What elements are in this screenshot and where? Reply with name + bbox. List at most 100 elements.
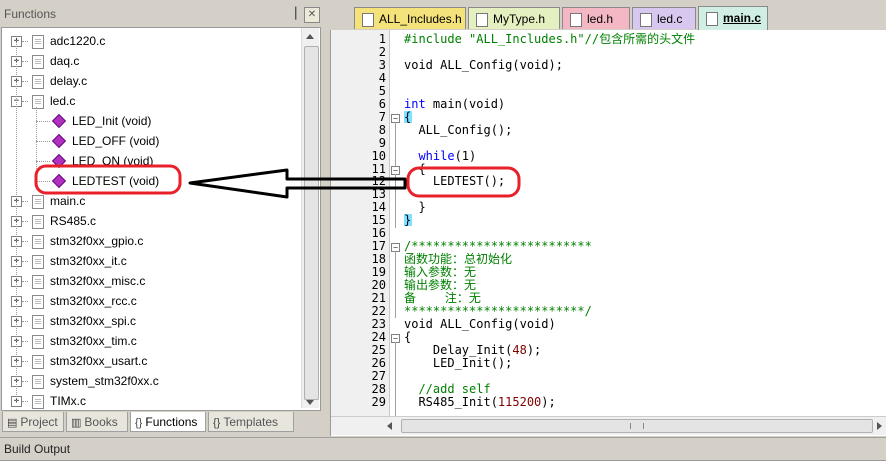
panel-tab-functions[interactable]: {} Functions — [130, 412, 206, 432]
tree-scroll-thumb[interactable] — [304, 46, 319, 400]
tree-file-item[interactable]: + stm32f0xx_spi.c — [2, 311, 298, 331]
editor-tab[interactable]: main.c — [698, 6, 768, 30]
fold-guide — [395, 251, 396, 319]
code-line[interactable]: LEDTEST(); — [404, 175, 505, 188]
code-token: LEDTEST(); — [404, 174, 506, 189]
code-token: ); — [526, 342, 542, 357]
scroll-left-arrow-icon[interactable] — [387, 422, 392, 430]
line-number: 29 — [371, 394, 386, 409]
code-line[interactable]: LED_Init(); — [404, 355, 513, 370]
editor-scroll-thumb[interactable] — [401, 419, 873, 433]
function-diamond-icon — [51, 133, 67, 149]
c-file-icon — [32, 295, 44, 309]
panel-tab-project[interactable]: ▤ Project — [2, 412, 64, 432]
code-line[interactable]: #include "ALL_Includes.h"//包含所需的头文件 — [404, 33, 695, 46]
tree-file-item[interactable]: + main.c — [2, 191, 298, 211]
c-file-icon — [32, 215, 44, 229]
tree-item-label: daq.c — [50, 54, 80, 68]
scroll-down-arrow-icon[interactable] — [306, 400, 314, 405]
editor-horizontal-scrollbar[interactable] — [331, 416, 886, 435]
tree-file-item[interactable]: + stm32f0xx_rcc.c — [2, 291, 298, 311]
c-file-icon — [32, 35, 44, 49]
scroll-right-arrow-icon[interactable] — [877, 422, 882, 430]
tree-function-item[interactable]: LEDTEST (void) — [2, 171, 298, 191]
build-output-text[interactable] — [0, 460, 886, 468]
tree-function-item[interactable]: LED_OFF (void) — [2, 131, 298, 151]
functions-tree: + adc1220.c + daq.c + delay.c − led.c LED_Init (… — [1, 27, 321, 411]
tree-connector — [22, 361, 28, 362]
scroll-up-arrow-icon[interactable] — [306, 34, 314, 39]
panel-tab-templates[interactable]: {} Templates — [208, 412, 294, 432]
editor-tab-label: led.c — [657, 12, 683, 26]
tree-connector — [22, 381, 28, 382]
tree-item-label: system_stm32f0xx.c — [50, 374, 159, 388]
tree-file-item[interactable]: + stm32f0xx_it.c — [2, 251, 298, 271]
c-file-icon — [32, 75, 44, 89]
code-editor[interactable]: 1 2 3 4 5 6 7 8 9 10 11 12 13 14 15 16 17 18 19 20 21 22 23 24 2… — [330, 30, 886, 436]
panel-title: Functions — [4, 7, 57, 21]
tree-connector — [22, 41, 28, 42]
code-token: RS485_Init( — [404, 394, 498, 409]
tree-item-label: stm32f0xx_tim.c — [50, 334, 137, 348]
tree-file-item[interactable]: + adc1220.c — [2, 31, 298, 51]
editor-tab[interactable]: ALL_Includes.h — [354, 7, 466, 29]
tree-connector — [22, 401, 28, 402]
gutter-separator — [389, 30, 390, 416]
fold-guide — [395, 173, 396, 215]
code-token: { — [404, 329, 412, 344]
code-token: { — [404, 161, 426, 176]
tree-file-item[interactable]: + stm32f0xx_misc.c — [2, 271, 298, 291]
tree-item-label: LED_ON (void) — [72, 154, 154, 168]
tree-file-item[interactable]: + stm32f0xx_usart.c — [2, 351, 298, 371]
c-file-icon — [32, 315, 44, 329]
tree-file-item[interactable]: + stm32f0xx_tim.c — [2, 331, 298, 351]
tree-file-item[interactable]: + TIMx.c — [2, 391, 298, 410]
tree-connector — [22, 201, 28, 202]
line-number: 6 — [378, 96, 386, 111]
tree-file-item[interactable]: + stm32f0xx_gpio.c — [2, 231, 298, 251]
code-line[interactable]: RS485_Init(115200); — [404, 394, 555, 409]
code-token: main(void) — [425, 96, 506, 111]
panel-tab-icon: {} — [135, 417, 143, 429]
tree-function-item[interactable]: LED_Init (void) — [2, 111, 298, 131]
code-token: } — [404, 213, 412, 228]
build-output-panel: Build Output — [0, 437, 886, 468]
code-token: LED_Init(); — [404, 355, 513, 370]
code-token: 输出参数：无 — [404, 278, 477, 293]
code-line[interactable]: } — [404, 214, 411, 227]
tree-item-label: main.c — [50, 194, 86, 208]
tree-connector — [36, 121, 50, 122]
c-file-icon — [32, 95, 44, 109]
tree-item-label: led.c — [50, 94, 76, 108]
tree-connector — [36, 107, 37, 181]
tree-file-item[interactable]: + RS485.c — [2, 211, 298, 231]
code-token: 48 — [512, 342, 527, 357]
pin-icon[interactable]: ▕ — [286, 8, 298, 20]
tree-connector — [36, 161, 50, 162]
panel-tab-books[interactable]: ▥ Books — [66, 412, 128, 432]
tree-vertical-scrollbar[interactable] — [301, 28, 319, 408]
tree-file-item[interactable]: + delay.c — [2, 71, 298, 91]
c-file-icon — [32, 255, 44, 269]
line-number: 26 — [371, 355, 386, 370]
code-line[interactable]: int main(void) — [404, 96, 506, 111]
editor-tab[interactable]: led.c — [632, 7, 696, 29]
tree-file-item[interactable]: − led.c — [2, 91, 298, 111]
c-file-icon — [32, 375, 44, 389]
tree-function-item[interactable]: LED_ON (void) — [2, 151, 298, 171]
code-line[interactable]: void ALL_Config(void) — [404, 317, 556, 331]
code-token: 备 注：无 — [404, 291, 481, 305]
editor-tab[interactable]: MyType.h — [468, 7, 560, 29]
code-line[interactable]: void ALL_Config(void); — [404, 58, 563, 72]
close-icon[interactable]: ✕ — [304, 7, 320, 23]
code-token: { — [404, 109, 412, 124]
tree-file-item[interactable]: + system_stm32f0xx.c — [2, 371, 298, 391]
tree-connector — [22, 241, 28, 242]
editor-tab[interactable]: led.h — [562, 7, 630, 29]
code-token: ALL_Config(); — [404, 122, 513, 137]
tree-file-item[interactable]: + daq.c — [2, 51, 298, 71]
code-line[interactable]: ALL_Config(); — [404, 122, 513, 137]
line-number: 2 — [378, 44, 386, 59]
c-file-icon — [32, 355, 44, 369]
